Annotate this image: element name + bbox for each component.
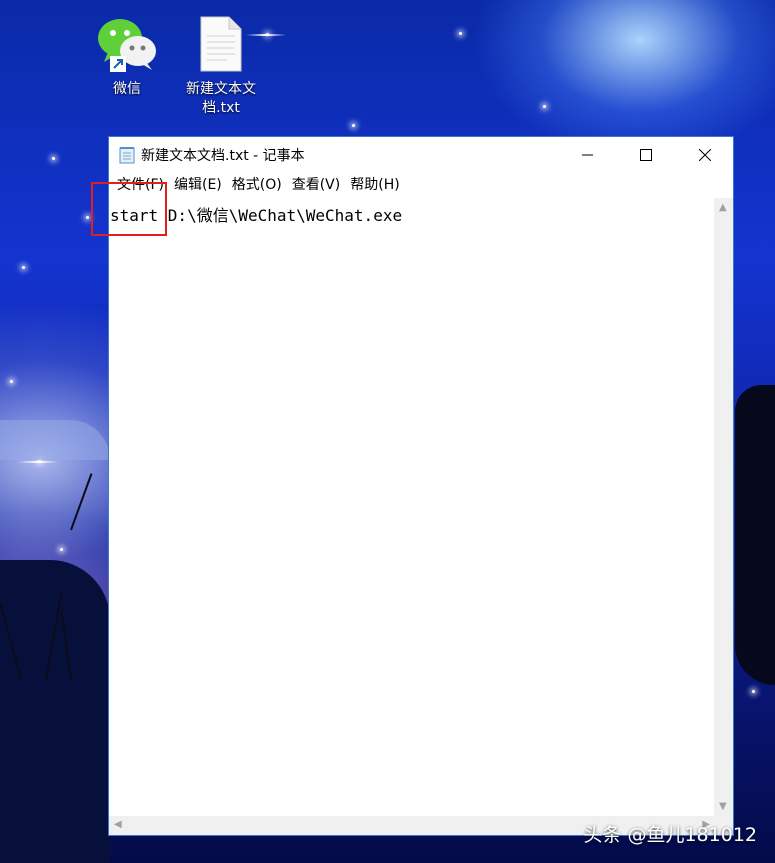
maximize-icon	[640, 146, 652, 165]
desktop-icon-wechat[interactable]: 微信	[82, 18, 172, 99]
watermark-text: 头条 @鱼儿181012	[583, 824, 757, 846]
notepad-window: 新建文本文档.txt - 记事本 文件(F) 编辑(E) 格式(O) 查看(V)…	[108, 136, 734, 836]
desktop-icon-text-file[interactable]: 新建文本文档.txt	[176, 16, 266, 118]
scroll-down-icon[interactable]: ▼	[719, 801, 727, 812]
minimize-icon	[582, 146, 594, 165]
desktop-icon-label: 微信	[113, 81, 141, 97]
menu-format[interactable]: 格式(O)	[228, 174, 286, 196]
menu-bar: 文件(F) 编辑(E) 格式(O) 查看(V) 帮助(H)	[109, 173, 733, 197]
scroll-up-icon[interactable]: ▲	[719, 202, 727, 213]
window-title: 新建文本文档.txt - 记事本	[141, 148, 305, 164]
title-bar[interactable]: 新建文本文档.txt - 记事本	[109, 137, 733, 173]
menu-help[interactable]: 帮助(H)	[346, 174, 403, 196]
wechat-icon	[96, 18, 158, 72]
close-button[interactable]	[676, 137, 734, 173]
menu-view[interactable]: 查看(V)	[288, 174, 345, 196]
desktop-icon-label: 新建文本文档.txt	[186, 81, 256, 116]
scroll-left-icon[interactable]: ◀	[114, 819, 122, 830]
close-icon	[698, 146, 712, 165]
vertical-scrollbar[interactable]: ▲ ▼	[714, 198, 733, 816]
minimize-button[interactable]	[559, 137, 617, 173]
text-file-icon	[199, 16, 243, 76]
maximize-button[interactable]	[617, 137, 675, 173]
menu-edit[interactable]: 编辑(E)	[170, 174, 226, 196]
text-editor[interactable]: start D:\微信\WeChat\WeChat.exe	[109, 198, 715, 816]
annotation-highlight-box	[91, 182, 167, 236]
notepad-icon	[119, 146, 135, 164]
